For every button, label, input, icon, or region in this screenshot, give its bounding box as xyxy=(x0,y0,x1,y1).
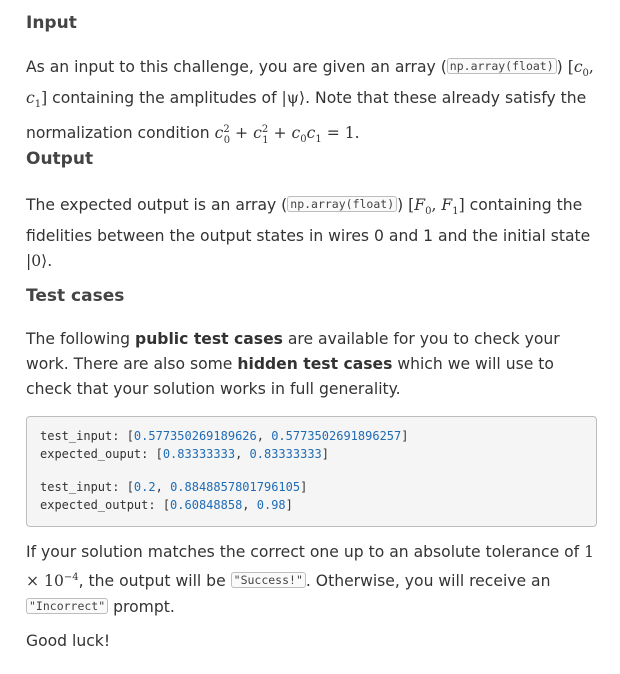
output-heading: Output xyxy=(26,149,94,169)
psi-ket: |ψ⟩ xyxy=(281,89,306,108)
closing-text: Good luck! xyxy=(26,632,111,650)
hidden-test-cases-label: hidden test cases xyxy=(237,355,393,373)
input-heading: Input xyxy=(26,13,77,33)
code-line: test_input: [0.577350269189626, 0.577350… xyxy=(40,429,409,443)
tolerance-paragraph: If your solution matches the correct one… xyxy=(26,543,595,617)
test-cases-heading: Test cases xyxy=(26,286,125,306)
input-type-code: np.array(float) xyxy=(446,58,557,74)
output-paragraph: The expected output is an array (np.arra… xyxy=(26,196,591,271)
normalization-equation: c20 + c21 + c0c1 = 1. xyxy=(214,124,360,146)
success-code: "Success!" xyxy=(230,572,306,589)
code-line: test_input: [0.2, 0.8848857801796105] xyxy=(40,480,308,494)
test-cases-code-block: test_input: [0.577350269189626, 0.577350… xyxy=(26,416,597,527)
output-array-math: [F0, F1] xyxy=(408,196,465,218)
code-line: expected_output: [0.60848858, 0.98] xyxy=(40,498,293,512)
input-paragraph: As an input to this challenge, you are g… xyxy=(26,58,594,146)
incorrect-code: "Incorrect" xyxy=(26,598,109,615)
code-line: expected_ouput: [0.83333333, 0.83333333] xyxy=(40,447,330,461)
output-type-code: np.array(float) xyxy=(287,196,398,212)
public-test-cases-label: public test cases xyxy=(135,330,283,348)
test-cases-paragraph: The following public test cases are avai… xyxy=(26,330,560,398)
zero-ket: |0⟩ xyxy=(26,252,48,271)
